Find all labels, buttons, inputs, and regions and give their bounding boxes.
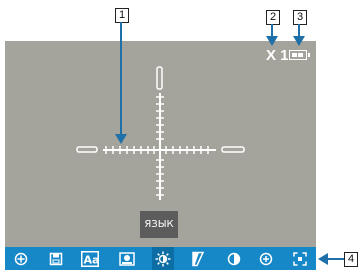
brightness-icon [155,251,171,266]
brightness-button[interactable] [152,247,174,270]
save-icon [49,252,63,265]
contrast-button[interactable] [187,247,209,270]
target-button[interactable] [10,247,32,270]
svg-text:Aa: Aa [84,253,100,266]
target-icon [14,252,28,265]
fit-screen-icon [293,251,307,266]
zoom-in-icon [259,252,273,265]
battery-bar [292,52,297,57]
contrast-icon [192,251,205,266]
zoom-readout: X 1 [266,47,289,64]
fit-screen-button[interactable] [289,247,311,270]
invert-button[interactable] [223,247,245,270]
reticle-overlay [76,22,344,265]
battery-icon [289,50,310,60]
toolbar: Aa [5,247,316,270]
menu-item-label: ЯЗЫК [140,211,178,238]
picture-button[interactable] [116,247,138,270]
crosshair-reticle [76,66,245,200]
save-button[interactable] [45,247,67,270]
invert-icon [227,252,241,265]
battery-bar [298,52,303,57]
picture-icon [119,251,135,266]
font-button[interactable]: Aa [79,247,101,270]
font-icon: Aa [81,250,100,267]
zoom-in-button[interactable] [255,247,277,270]
